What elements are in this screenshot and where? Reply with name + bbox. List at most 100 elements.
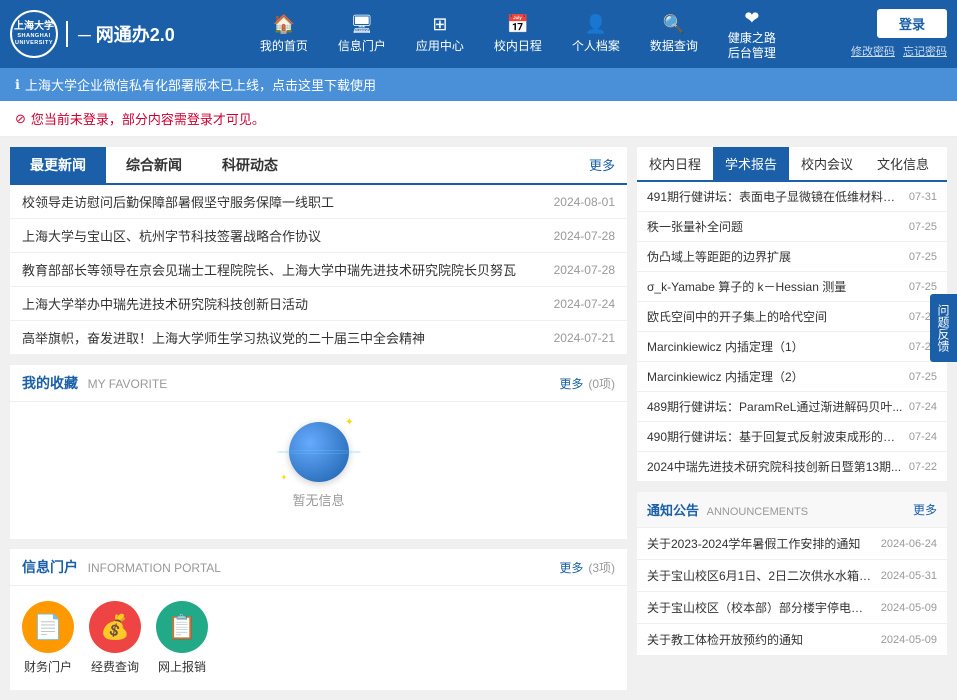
app-label: 应用中心 [416,37,464,54]
favorites-title-area: 我的收藏 MY FAVORITE [22,373,167,393]
login-button[interactable]: 登录 [877,9,947,38]
nav-app[interactable]: ⊞ 应用中心 [402,8,478,60]
info-icon-expense[interactable]: 💰 经费查询 [89,601,141,675]
tab-school-calendar[interactable]: 校内日程 [637,147,713,180]
tab-culture-info[interactable]: 文化信息 [865,147,941,180]
news-more-link[interactable]: 更多 [577,147,627,183]
nav-portal[interactable]: 🖥 信息门户 [324,8,400,60]
forget-password-link[interactable]: 忘记密码 [903,43,947,59]
news-item-date: 2024-07-24 [554,297,615,311]
announce-item[interactable]: 关于2023-2024学年暑假工作安排的通知 2024-06-24 [637,528,947,560]
calendar-label: 校内日程 [494,37,542,54]
feedback-button[interactable]: 问题反馈 [930,294,957,362]
planet-ring [277,450,361,454]
announce-title: 通知公告 [647,503,699,518]
right-news-date: 07-24 [909,401,937,413]
favorites-empty: ✦ ✦ 暂无信息 [10,402,627,529]
query-label: 数据查询 [650,37,698,54]
right-news-item[interactable]: 2024中瑞先进技术研究院科技创新日暨第13期... 07-22 [637,452,947,482]
tab-general-news[interactable]: 综合新闻 [106,147,202,183]
announce-item[interactable]: 关于宝山校区（校本部）部分楼宇停电的通知 2024-05-09 [637,592,947,624]
right-news-item[interactable]: 伪凸域上等距距的边界扩展 07-25 [637,242,947,272]
right-news-item[interactable]: Marcinkiewicz 内插定理（1） 07-25 [637,332,947,362]
right-news-date: 07-25 [909,221,937,233]
main-content: 最更新闻 综合新闻 科研动态 更多 校领导走访慰问后勤保障部暑假坚守服务保障一线… [0,137,957,700]
right-news-date: 07-24 [909,431,937,443]
tab-research-news[interactable]: 科研动态 [202,147,298,183]
nav-health[interactable]: ❤ 健康之路后台管理 [714,2,790,66]
nav-profile[interactable]: 👤 个人档案 [558,8,634,60]
news-item[interactable]: 上海大学举办中瑞先进技术研究院科技创新日活动 2024-07-24 [10,287,627,321]
portal-icon: 🖥 [350,14,373,35]
modify-password-link[interactable]: 修改密码 [851,43,895,59]
right-news-item[interactable]: 490期行健讲坛：基于回复式反射波束成形的无... 07-24 [637,422,947,452]
logo-area: 上海大学 SHANGHAI UNIVERSITY ─ 网通办2.0 [10,10,175,58]
announce-item[interactable]: 关于宝山校区6月1日、2日二次供水水箱水... 2024-05-31 [637,560,947,592]
info-icons: 📄 财务门户 💰 经费查询 📋 网上报销 [10,586,627,690]
news-item[interactable]: 教育部部长等领导在京会见瑞士工程院院长、上海大学中瑞先进技术研究院院长贝努瓦 2… [10,253,627,287]
news-item[interactable]: 校领导走访慰问后勤保障部暑假坚守服务保障一线职工 2024-08-01 [10,185,627,219]
news-item-date: 2024-07-28 [554,263,615,277]
news-item-date: 2024-07-28 [554,229,615,243]
favorites-count: (0项) [588,375,615,392]
planet-star1: ✦ [345,417,353,428]
right-news-list: 491期行健讲坛：表面电子显微镜在低维材料的... 07-31 秩一张量补全问题… [637,182,947,482]
announcements-section: 通知公告 ANNOUNCEMENTS 更多 关于2023-2024学年暑假工作安… [637,492,947,656]
profile-icon: 👤 [585,14,607,35]
info-icon-finance[interactable]: 📄 财务门户 [22,601,74,675]
reimbursement-label: 网上报销 [158,658,206,675]
health-label: 健康之路后台管理 [728,31,776,60]
right-news-title: 489期行健讲坛：ParamReL通过渐进解码贝叶... [647,398,903,415]
right-news-date: 07-31 [909,191,937,203]
right-news-item[interactable]: 秩一张量补全问题 07-25 [637,212,947,242]
expense-icon-circle: 💰 [89,601,141,653]
notice-icon: ℹ [15,77,20,93]
announce-item-title: 关于宝山校区（校本部）部分楼宇停电的通知 [647,599,875,616]
nav-home[interactable]: 🏠 我的首页 [246,8,322,60]
info-portal-title: 信息门户 [22,559,78,575]
login-links: 修改密码 忘记密码 [851,43,947,59]
announce-item-date: 2024-05-09 [881,602,937,614]
tab-recent-news[interactable]: 最更新闻 [10,147,106,183]
calendar-icon: 📅 [507,14,529,35]
announce-item-date: 2024-05-31 [881,570,937,582]
health-icon: ❤ [744,8,759,29]
right-news-item[interactable]: σ_k-Yamabe 算子的 k－Hessian 测量 07-25 [637,272,947,302]
news-list: 校领导走访慰问后勤保障部暑假坚守服务保障一线职工 2024-08-01 上海大学… [10,185,627,355]
left-column: 最更新闻 综合新闻 科研动态 更多 校领导走访慰问后勤保障部暑假坚守服务保障一线… [10,147,627,690]
announce-more-link[interactable]: 更多 [913,501,937,518]
tab-school-meeting[interactable]: 校内会议 [789,147,865,180]
news-tabs: 最更新闻 综合新闻 科研动态 更多 [10,147,627,185]
news-item-date: 2024-08-01 [554,195,615,209]
right-news-item[interactable]: 欧氏空间中的开子集上的哈代空间 07-25 [637,302,947,332]
right-news-item[interactable]: 489期行健讲坛：ParamReL通过渐进解码贝叶... 07-24 [637,392,947,422]
info-portal-more-link[interactable]: 更多 [559,559,583,576]
news-item-title: 高举旗帜，奋发进取！上海大学师生学习热议党的二十届三中全会精神 [22,328,544,347]
announce-item-title: 关于宝山校区6月1日、2日二次供水水箱水... [647,567,875,584]
announce-item-date: 2024-05-09 [881,634,937,646]
home-icon: 🏠 [273,14,295,35]
news-item-title: 教育部部长等领导在京会见瑞士工程院院长、上海大学中瑞先进技术研究院院长贝努瓦 [22,260,544,279]
main-nav: 🏠 我的首页 🖥 信息门户 ⊞ 应用中心 📅 校内日程 👤 个人档案 🔍 数据查… [185,2,851,66]
right-column: 校内日程 学术报告 校内会议 文化信息 491期行健讲坛：表面电子显微镜在低维材… [637,147,947,690]
nav-query[interactable]: 🔍 数据查询 [636,8,712,60]
info-icon-reimbursement[interactable]: 📋 网上报销 [156,601,208,675]
news-item-date: 2024-07-21 [554,331,615,345]
right-news-date: 07-22 [909,461,937,473]
news-item[interactable]: 上海大学与宝山区、杭州字节科技签署战略合作协议 2024-07-28 [10,219,627,253]
info-portal-section: 信息门户 INFORMATION PORTAL 更多 (3项) 📄 财务门户 💰… [10,549,627,690]
info-portal-title-en: INFORMATION PORTAL [88,561,221,575]
notice-bar[interactable]: ℹ 上海大学企业微信私有化部署版本已上线，点击这里下载使用 [0,68,957,101]
finance-label: 财务门户 [24,658,72,675]
announce-item[interactable]: 关于教工体检开放预约的通知 2024-05-09 [637,624,947,656]
right-news-item[interactable]: Marcinkiewicz 内插定理（2） 07-25 [637,362,947,392]
right-news-item[interactable]: 491期行健讲坛：表面电子显微镜在低维材料的... 07-31 [637,182,947,212]
nav-calendar[interactable]: 📅 校内日程 [480,8,556,60]
news-item[interactable]: 高举旗帜，奋发进取！上海大学师生学习热议党的二十届三中全会精神 2024-07-… [10,321,627,355]
favorites-more-link[interactable]: 更多 [559,375,583,392]
favorites-title: 我的收藏 [22,375,78,391]
news-item-title: 上海大学与宝山区、杭州字节科技签署战略合作协议 [22,226,544,245]
planet-star2: ✦ [281,473,288,482]
tab-academic-report[interactable]: 学术报告 [713,147,789,180]
right-news-title: σ_k-Yamabe 算子的 k－Hessian 测量 [647,278,903,295]
